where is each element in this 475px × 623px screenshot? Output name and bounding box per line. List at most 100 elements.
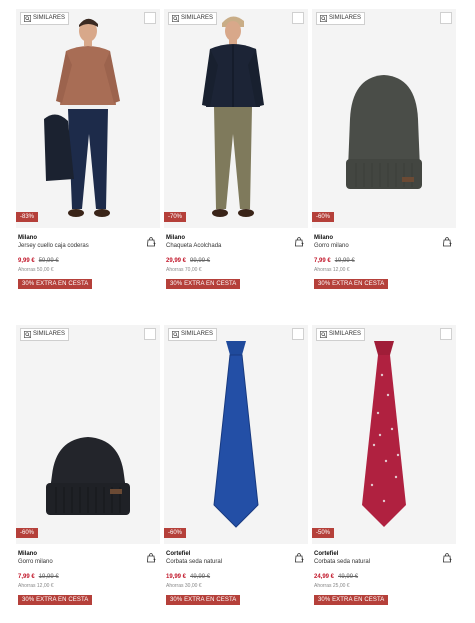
discount-badge: -60% [164, 528, 187, 538]
similares-button[interactable]: SIMILARES [20, 12, 70, 25]
similar-search-icon [320, 331, 327, 338]
product-name[interactable]: Corbata seda natural [314, 559, 370, 565]
similares-label: SIMILARES [181, 15, 214, 21]
discount-badge: -70% [164, 212, 187, 222]
price-row: 9,99 € 59,99 € [18, 258, 59, 264]
extra-promo-badge: 30% EXTRA EN CESTA [18, 279, 93, 289]
price-row: 7,99 € 19,99 € [314, 258, 355, 264]
select-checkbox[interactable] [292, 12, 304, 24]
product-brand: Cortefiel [166, 551, 191, 557]
current-price: 7,99 € [18, 574, 35, 580]
similar-search-icon [172, 331, 179, 338]
add-to-bag-icon[interactable] [442, 236, 452, 247]
grey-beanie-image [312, 9, 456, 228]
similares-label: SIMILARES [33, 15, 66, 21]
add-to-bag-icon[interactable] [294, 552, 304, 563]
savings-text: Ahorras 12,00 € [314, 267, 350, 273]
product-image[interactable]: SIMILARES -70% [164, 9, 308, 228]
jacket-man-image [164, 9, 308, 228]
product-name[interactable]: Corbata seda natural [166, 559, 222, 565]
similar-search-icon [172, 15, 179, 22]
price-row: 19,99 € 49,99 € [166, 574, 210, 580]
product-brand: Milano [18, 551, 37, 557]
product-brand: Milano [314, 235, 333, 241]
product-image[interactable]: SIMILARES -60% [16, 325, 160, 544]
extra-promo-badge: 30% EXTRA EN CESTA [314, 279, 389, 289]
product-image[interactable]: SIMILARES -60% [164, 325, 308, 544]
select-checkbox[interactable] [440, 12, 452, 24]
product-card[interactable]: SIMILARES -83% Milano Jersey cuello caja… [16, 9, 160, 307]
extra-promo-badge: 30% EXTRA EN CESTA [18, 595, 93, 605]
original-price: 59,99 € [38, 258, 59, 264]
product-brand: Milano [166, 235, 185, 241]
product-name[interactable]: Jersey cuello caja coderas [18, 243, 89, 249]
similares-button[interactable]: SIMILARES [168, 12, 218, 25]
extra-promo-badge: 30% EXTRA EN CESTA [166, 595, 241, 605]
product-name[interactable]: Gorro milano [314, 243, 349, 249]
product-info: Cortefiel Corbata seda natural 19,99 € 4… [164, 544, 308, 623]
current-price: 9,99 € [18, 258, 35, 264]
discount-badge: -60% [312, 212, 335, 222]
similares-label: SIMILARES [329, 331, 362, 337]
product-card[interactable]: SIMILARES -60% Milano Gorro milano 7,99 … [312, 9, 456, 307]
extra-promo-badge: 30% EXTRA EN CESTA [166, 279, 241, 289]
similar-search-icon [24, 15, 31, 22]
product-card[interactable]: SIMILARES -60% Cortefiel Corbata seda na… [164, 325, 308, 623]
similares-button[interactable]: SIMILARES [20, 328, 70, 341]
black-beanie-image [16, 325, 160, 544]
product-image[interactable]: SIMILARES -50% [312, 325, 456, 544]
original-price: 19,99 € [334, 258, 355, 264]
sweater-man-image [16, 9, 160, 228]
select-checkbox[interactable] [144, 328, 156, 340]
similares-label: SIMILARES [181, 331, 214, 337]
original-price: 99,99 € [190, 258, 211, 264]
product-brand: Cortefiel [314, 551, 339, 557]
similares-button[interactable]: SIMILARES [316, 12, 366, 25]
select-checkbox[interactable] [292, 328, 304, 340]
add-to-bag-icon[interactable] [442, 552, 452, 563]
savings-text: Ahorras 25,00 € [314, 583, 350, 589]
savings-text: Ahorras 12,00 € [18, 583, 54, 589]
savings-text: Ahorras 70,00 € [166, 267, 202, 273]
select-checkbox[interactable] [440, 328, 452, 340]
current-price: 7,99 € [314, 258, 331, 264]
product-card[interactable]: SIMILARES -50% Cortefiel Corbata seda na… [312, 325, 456, 623]
discount-badge: -83% [16, 212, 39, 222]
product-info: Cortefiel Corbata seda natural 24,99 € 4… [312, 544, 456, 623]
original-price: 49,99 € [338, 574, 359, 580]
price-row: 29,99 € 99,99 € [166, 258, 210, 264]
original-price: 19,99 € [38, 574, 59, 580]
similar-search-icon [24, 331, 31, 338]
original-price: 49,99 € [190, 574, 211, 580]
red-tie-image [312, 325, 456, 544]
similares-label: SIMILARES [329, 15, 362, 21]
discount-badge: -60% [16, 528, 39, 538]
savings-text: Ahorras 50,00 € [18, 267, 54, 273]
extra-promo-badge: 30% EXTRA EN CESTA [314, 595, 389, 605]
product-image[interactable]: SIMILARES -60% [312, 9, 456, 228]
add-to-bag-icon[interactable] [294, 236, 304, 247]
product-card[interactable]: SIMILARES -60% Milano Gorro milano 7,99 … [16, 325, 160, 623]
add-to-bag-icon[interactable] [146, 236, 156, 247]
product-brand: Milano [18, 235, 37, 241]
current-price: 29,99 € [166, 258, 187, 264]
current-price: 24,99 € [314, 574, 335, 580]
discount-badge: -50% [312, 528, 335, 538]
product-name[interactable]: Gorro milano [18, 559, 53, 565]
similar-search-icon [320, 15, 327, 22]
price-row: 7,99 € 19,99 € [18, 574, 59, 580]
product-info: Milano Chaqueta Acolchada 29,99 € 99,99 … [164, 228, 308, 307]
select-checkbox[interactable] [144, 12, 156, 24]
product-info: Milano Jersey cuello caja coderas 9,99 €… [16, 228, 160, 307]
product-grid: SIMILARES -83% Milano Jersey cuello caja… [16, 9, 460, 623]
similares-button[interactable]: SIMILARES [168, 328, 218, 341]
product-name[interactable]: Chaqueta Acolchada [166, 243, 221, 249]
product-info: Milano Gorro milano 7,99 € 19,99 € Ahorr… [312, 228, 456, 307]
similares-label: SIMILARES [33, 331, 66, 337]
similares-button[interactable]: SIMILARES [316, 328, 366, 341]
product-image[interactable]: SIMILARES -83% [16, 9, 160, 228]
product-card[interactable]: SIMILARES -70% Milano Chaqueta Acolchada… [164, 9, 308, 307]
current-price: 19,99 € [166, 574, 187, 580]
blue-tie-image [164, 325, 308, 544]
add-to-bag-icon[interactable] [146, 552, 156, 563]
